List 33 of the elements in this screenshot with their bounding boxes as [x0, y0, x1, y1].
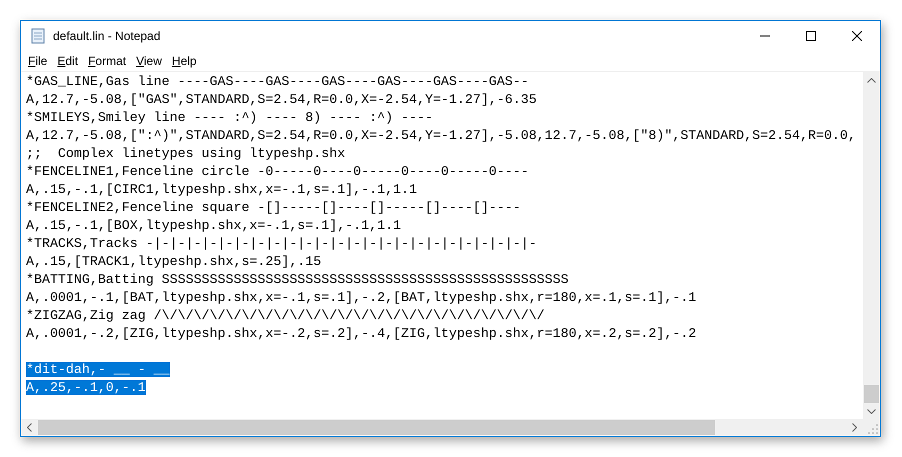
- scroll-thumb[interactable]: [864, 385, 879, 403]
- text-line: *BATTING,Batting SSSSSSSSSSSSSSSSSSSSSSSSSSSSSSSSSSSSSSSSSSSSSSSSSSS: [26, 272, 569, 287]
- scroll-thumb[interactable]: [38, 420, 715, 435]
- text-line: *GAS_LINE,Gas line ----GAS----GAS----GAS----GAS----GAS----GAS--: [26, 74, 529, 89]
- text-line: *ZIGZAG,Zig zag /\/\/\/\/\/\/\/\/\/\/\/\/\/\/\/\/\/\/\/\/\/\/\/\/: [26, 308, 545, 323]
- menu-item[interactable]: Help: [166, 51, 202, 71]
- horizontal-scrollbar[interactable]: [21, 419, 863, 436]
- maximize-icon: [806, 31, 816, 41]
- text-line: A,.15,-.1,[CIRC1,ltypeshp.shx,x=-.1,s=.1],-.1,1.1: [26, 182, 417, 197]
- menu-item[interactable]: File: [23, 51, 52, 71]
- scroll-down-icon: [867, 409, 876, 414]
- text-line: *FENCELINE1,Fenceline circle -0-----0----0-----0----0-----0----: [26, 164, 529, 179]
- notepad-icon: [30, 28, 46, 44]
- resize-grip-icon: [868, 424, 878, 434]
- close-icon: [852, 31, 862, 41]
- text-line: A,12.7,-5.08,[":^)",STANDARD,S=2.54,R=0.0,X=-2.54,Y=-1.27],-5.08,12.7,-5.08,["8)",STANDARD,S=2.54,R=0.0,: [26, 128, 856, 143]
- text-line: A,.15,-.1,[BOX,ltypeshp.shx,x=-.1,s=.1],-.1,1.1: [26, 218, 402, 233]
- scroll-up-icon: [867, 78, 876, 83]
- menu-item[interactable]: View: [131, 51, 167, 71]
- scroll-left-icon: [27, 423, 32, 432]
- text-line: ;; Complex linetypes using ltypeshp.shx: [26, 146, 346, 161]
- menu-item[interactable]: Edit: [52, 51, 84, 71]
- menu-item[interactable]: Format: [83, 51, 132, 71]
- text-line: *FENCELINE2,Fenceline square -[]-----[]----[]-----[]----[]----: [26, 200, 521, 215]
- scroll-right-icon: [852, 423, 857, 432]
- vertical-scrollbar[interactable]: [863, 72, 880, 419]
- window-title: default.lin - Notepad: [53, 28, 160, 45]
- text-line: A,.0001,-.1,[BAT,ltypeshp.shx,x=-.1,s=.1],-.2,[BAT,ltypeshp.shx,r=180,x=.1,s=.1],-.1: [26, 290, 696, 305]
- text-line: A,.15,[TRACK1,ltypeshp.shx,s=.25],.15: [26, 254, 322, 269]
- text-line: A,.0001,-.2,[ZIG,ltypeshp.shx,x=-.2,s=.2],-.4,[ZIG,ltypeshp.shx,r=180,x=.2,s=.2],-.2: [26, 326, 696, 341]
- text-line: A,12.7,-5.08,["GAS",STANDARD,S=2.54,R=0.0,X=-2.54,Y=-1.27],-6.35: [26, 92, 537, 107]
- text-line: *SMILEYS,Smiley line ---- :^) ---- 8) ---- :^) ----: [26, 110, 433, 125]
- text-line: *TRACKS,Tracks -|-|-|-|-|-|-|-|-|-|-|-|-|-|-|-|-|-|-|-|-|-|-|-|-: [26, 236, 537, 251]
